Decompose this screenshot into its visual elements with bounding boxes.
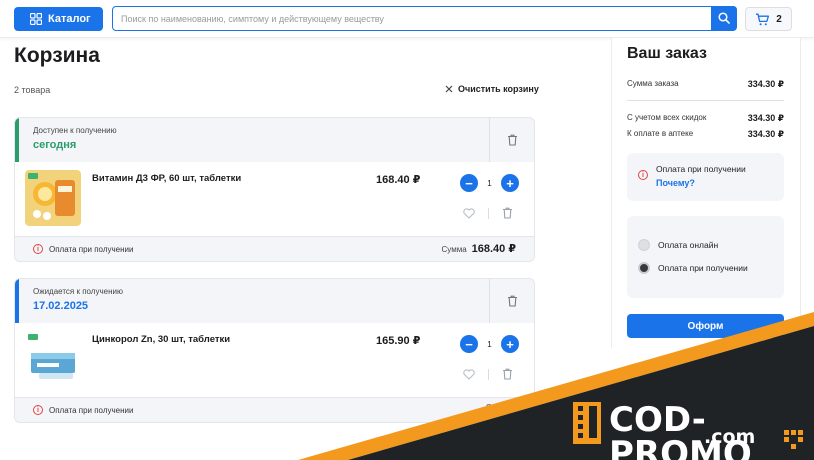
- payment-option-online[interactable]: Оплата онлайн: [638, 239, 718, 251]
- info-icon: i: [33, 405, 43, 415]
- quantity-stepper: − 1 +: [460, 335, 519, 353]
- divider: [488, 207, 489, 219]
- summary-value: 334.30 ₽: [747, 79, 784, 89]
- summary-value: 334.30 ₽: [747, 113, 784, 123]
- trash-icon[interactable]: [502, 368, 513, 380]
- search-button[interactable]: [711, 6, 737, 30]
- brand-domain-text: .com: [704, 426, 756, 448]
- item-actions: [463, 207, 513, 219]
- info-icon: i: [33, 244, 43, 254]
- heart-icon[interactable]: [463, 207, 475, 219]
- cart-group-today: Доступен к получению сегодня Витамин Д3 …: [14, 117, 535, 262]
- clear-cart-button[interactable]: Очистить корзину: [445, 84, 539, 94]
- availability-date: 17.02.2025: [33, 300, 89, 312]
- option-label: Оплата онлайн: [658, 240, 719, 250]
- cart-item: Витамин Д3 ФР, 60 шт, таблетки 168.40 ₽ …: [15, 162, 534, 236]
- availability-date: сегодня: [33, 139, 77, 151]
- group-sum: Сумма 168.40 ₽: [442, 242, 517, 255]
- order-summary-panel: Ваш заказ Сумма заказа 334.30 ₽ С учетом…: [611, 38, 801, 348]
- film-strip-icon: [573, 402, 601, 444]
- product-name[interactable]: Витамин Д3 ФР, 60 шт, таблетки: [92, 173, 241, 184]
- product-price: 168.40 ₽: [376, 174, 421, 186]
- option-label: Оплата при получении: [658, 263, 748, 273]
- group-header: Ожидается к получению 17.02.2025: [15, 279, 534, 323]
- quantity-value[interactable]: 1: [478, 179, 501, 188]
- summary-label: К оплате в аптеке: [627, 129, 694, 138]
- summary-label: С учетом всех скидок: [627, 113, 707, 122]
- page-title: Корзина: [14, 44, 100, 67]
- catalog-label: Каталог: [48, 13, 91, 25]
- payment-option-on-receipt[interactable]: Оплата при получении: [638, 262, 748, 274]
- increase-button[interactable]: +: [501, 174, 519, 192]
- top-header: Каталог 2: [0, 0, 814, 38]
- cart-item: Цинкорол Zn, 30 шт, таблетки 165.90 ₽ − …: [15, 323, 534, 397]
- checkout-button[interactable]: Оформ: [627, 314, 784, 338]
- catalog-button[interactable]: Каталог: [14, 7, 103, 31]
- summary-value: 334.30 ₽: [747, 129, 784, 139]
- close-icon: [445, 85, 453, 93]
- quantity-stepper: − 1 +: [460, 174, 519, 192]
- items-count: 2 товара: [14, 85, 51, 95]
- group-footer: i Оплата при получении Сумма: [15, 397, 534, 422]
- cart-icon: [756, 13, 770, 25]
- search-box: [112, 6, 737, 31]
- availability-caption: Доступен к получению: [33, 126, 117, 135]
- trash-icon: [507, 134, 517, 146]
- divider: [488, 368, 489, 380]
- cart-group-expected: Ожидается к получению 17.02.2025 Цинкоро…: [14, 278, 535, 423]
- cart-button[interactable]: 2: [745, 7, 792, 31]
- payment-info: i Оплата при получении: [33, 244, 133, 254]
- decrease-button[interactable]: −: [460, 174, 478, 192]
- group-footer: i Оплата при получении Сумма 168.40 ₽: [15, 236, 534, 261]
- payment-note: i Оплата при получении Почему?: [627, 153, 784, 201]
- product-price: 165.90 ₽: [376, 335, 421, 347]
- availability-caption: Ожидается к получению: [33, 287, 123, 296]
- info-icon: i: [638, 170, 648, 180]
- sum-amount: 168.40 ₽: [471, 243, 516, 255]
- order-title: Ваш заказ: [627, 45, 707, 62]
- radio-button-selected[interactable]: [638, 262, 650, 274]
- product-image[interactable]: [25, 331, 81, 387]
- product-image[interactable]: [25, 170, 81, 226]
- cart-count: 2: [776, 13, 782, 25]
- group-sum: Сумма: [486, 403, 516, 412]
- delete-group-button[interactable]: [489, 279, 534, 323]
- quantity-value[interactable]: 1: [478, 340, 501, 349]
- increase-button[interactable]: +: [501, 335, 519, 353]
- decrease-button[interactable]: −: [460, 335, 478, 353]
- grid-icon: [30, 13, 42, 25]
- payment-note-text: Оплата при получении: [656, 164, 746, 174]
- why-link[interactable]: Почему?: [656, 178, 695, 188]
- group-header: Доступен к получению сегодня: [15, 118, 534, 162]
- search-icon: [718, 12, 730, 24]
- delete-group-button[interactable]: [489, 118, 534, 162]
- radio-button[interactable]: [638, 239, 650, 251]
- trash-icon: [507, 295, 517, 307]
- trash-icon[interactable]: [502, 207, 513, 219]
- item-actions: [463, 368, 513, 380]
- summary-row-discount: С учетом всех скидок 334.30 ₽: [627, 113, 784, 124]
- summary-row-total: Сумма заказа 334.30 ₽: [627, 79, 784, 90]
- sum-label: Сумма: [441, 245, 467, 254]
- payment-info: i Оплата при получении: [33, 405, 133, 415]
- heart-icon[interactable]: [463, 368, 475, 380]
- summary-label: Сумма заказа: [627, 79, 679, 88]
- payment-label: Оплата при получении: [49, 405, 134, 415]
- divider: [627, 100, 784, 101]
- sum-label: Сумма: [485, 403, 511, 412]
- payment-label: Оплата при получении: [49, 244, 134, 254]
- clear-cart-label: Очистить корзину: [458, 84, 539, 94]
- summary-row-pay-in-pharmacy: К оплате в аптеке 334.30 ₽: [627, 129, 784, 140]
- product-name[interactable]: Цинкорол Zn, 30 шт, таблетки: [92, 334, 230, 345]
- payment-options: Оплата онлайн Оплата при получении: [627, 216, 784, 298]
- search-input[interactable]: [121, 11, 701, 26]
